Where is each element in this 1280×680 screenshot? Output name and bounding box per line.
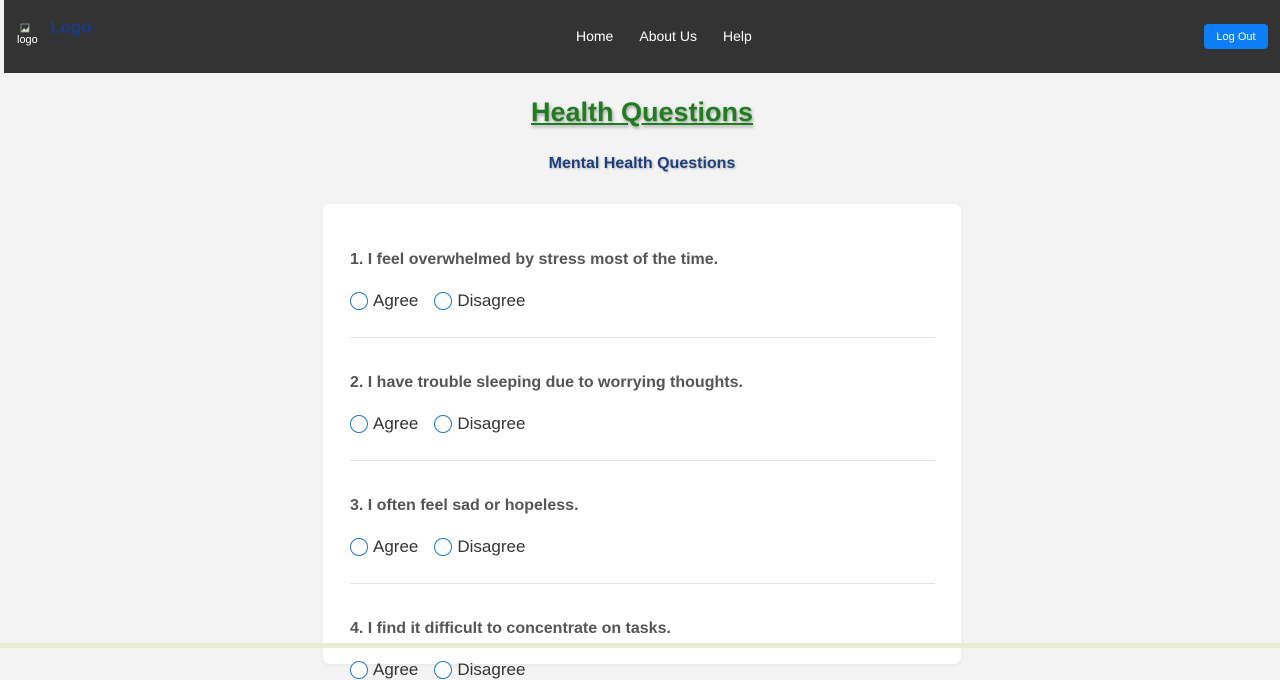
logo-image[interactable]: logo xyxy=(17,22,45,50)
section-subtitle: Mental Health Questions xyxy=(548,155,736,172)
option-agree[interactable]: Agree xyxy=(350,660,418,680)
answer-options: Agree Disagree xyxy=(350,537,935,557)
disagree-radio[interactable] xyxy=(434,538,453,556)
logo-alt-text: logo xyxy=(17,34,38,46)
agree-radio[interactable] xyxy=(350,415,368,433)
option-agree[interactable]: Agree xyxy=(350,414,418,434)
option-agree[interactable]: Agree xyxy=(350,537,418,557)
option-disagree[interactable]: Disagree xyxy=(434,660,525,680)
question-1: 1. I feel overwhelmed by stress most of … xyxy=(350,250,935,311)
option-label: Agree xyxy=(373,414,419,433)
answer-options: Agree Disagree xyxy=(350,660,935,680)
option-disagree[interactable]: Disagree xyxy=(434,291,525,311)
option-agree[interactable]: Agree xyxy=(350,291,418,311)
page-title: Health Questions xyxy=(530,97,754,127)
option-label: Disagree xyxy=(457,414,526,433)
disagree-radio[interactable] xyxy=(434,415,453,433)
option-disagree[interactable]: Disagree xyxy=(434,414,525,434)
nav-link-home[interactable]: Home xyxy=(576,27,613,47)
question-4: 4. I find it difficult to concentrate on… xyxy=(350,619,935,680)
broken-image-icon xyxy=(20,23,30,33)
agree-radio[interactable] xyxy=(350,661,368,679)
option-label: Disagree xyxy=(457,660,526,679)
log-out-button[interactable]: Log Out xyxy=(1204,24,1268,49)
option-label: Agree xyxy=(373,291,419,310)
nav-links: Home About Us Help xyxy=(576,27,752,47)
question-3: 3. I often feel sad or hopeless. Agree D… xyxy=(350,496,935,557)
option-disagree[interactable]: Disagree xyxy=(434,537,525,557)
questions-card: 1. I feel overwhelmed by stress most of … xyxy=(323,204,961,679)
divider xyxy=(350,337,935,338)
answer-options: Agree Disagree xyxy=(350,291,935,311)
question-text: 3. I often feel sad or hopeless. xyxy=(350,497,579,514)
nav-link-about-us[interactable]: About Us xyxy=(639,27,697,47)
window-bottom-edge xyxy=(0,643,1280,648)
option-label: Disagree xyxy=(457,291,526,310)
question-2: 2. I have trouble sleeping due to worryi… xyxy=(350,373,935,434)
answer-options: Agree Disagree xyxy=(350,414,935,434)
nav-link-help[interactable]: Help xyxy=(723,27,752,47)
option-label: Agree xyxy=(373,660,419,679)
option-label: Agree xyxy=(373,537,419,556)
agree-radio[interactable] xyxy=(350,292,368,310)
disagree-radio[interactable] xyxy=(434,661,453,679)
disagree-radio[interactable] xyxy=(434,292,453,310)
question-text: 1. I feel overwhelmed by stress most of … xyxy=(350,251,719,268)
navbar: logo Logo Home About Us Help Log Out xyxy=(4,0,1280,73)
divider xyxy=(350,583,935,584)
question-text: 2. I have trouble sleeping due to worryi… xyxy=(350,374,743,391)
logo-text[interactable]: Logo xyxy=(50,18,92,38)
divider xyxy=(350,460,935,461)
agree-radio[interactable] xyxy=(350,538,368,556)
question-text: 4. I find it difficult to concentrate on… xyxy=(350,620,671,637)
option-label: Disagree xyxy=(457,537,526,556)
